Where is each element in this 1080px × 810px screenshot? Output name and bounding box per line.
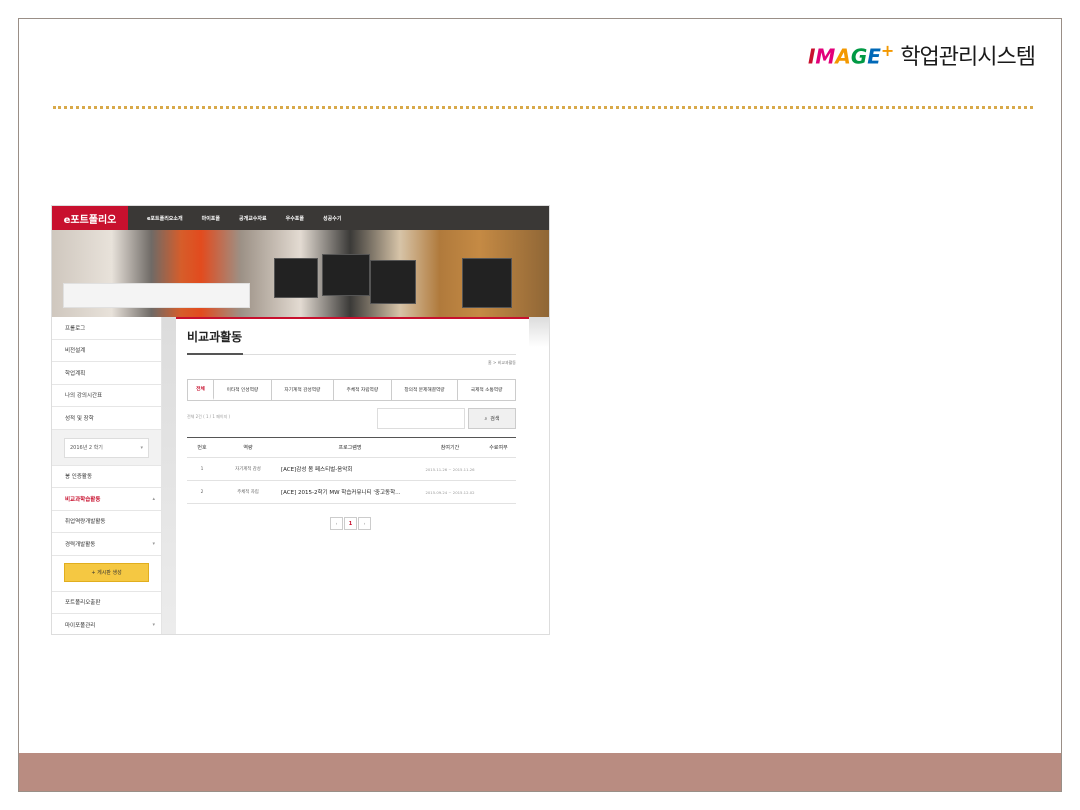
sidebar-item-vision[interactable]: 비전설계 <box>52 340 161 362</box>
search-input[interactable] <box>377 408 465 429</box>
breadcrumb: 홈 > 비교과활동 <box>488 360 516 365</box>
sidebar-item-prologue[interactable]: 프롤로그 <box>52 317 161 340</box>
competency-tabs: 전체 이타적 인성역량 자기계적 감성역량 주체적 자립역량 창의적 문제해결역… <box>187 379 516 401</box>
left-sidebar: 프롤로그 비전설계 학업계획 나의 강의시간표 성적 및 장학 2016년 2 … <box>52 317 162 634</box>
activity-table: 번호 역량 프로그램명 참여기간 수료여부 1 자기계적 감성 [ACE]감성 … <box>187 437 516 504</box>
gnb-item-success-stories[interactable]: 성공수기 <box>323 215 341 222</box>
next-page-button[interactable]: › <box>358 517 371 530</box>
tab-global[interactable]: 국제적 소통역량 <box>458 380 515 400</box>
semester-select[interactable]: 2016년 2 학기 ▾ <box>64 437 149 458</box>
row-program-link[interactable]: [ACE]감성 봄 페스티벌-음악회 <box>279 465 419 473</box>
tab-all[interactable]: 전체 <box>188 380 214 400</box>
header-no: 번호 <box>197 445 207 451</box>
sidebar-item-career[interactable]: 경력개발활동 ▾ <box>52 533 161 556</box>
footer-band <box>19 753 1061 791</box>
dotted-divider <box>53 106 1033 109</box>
create-board-wrap: + 게시판 생성 <box>52 556 161 592</box>
create-board-button[interactable]: + 게시판 생성 <box>64 562 149 582</box>
search-button[interactable]: ⌕ 검색 <box>468 408 516 429</box>
table-header: 번호 역량 프로그램명 참여기간 수료여부 <box>187 438 516 458</box>
chevron-up-icon: ▴ <box>152 495 155 502</box>
chevron-down-icon: ▾ <box>140 444 143 451</box>
title-underline <box>187 353 243 355</box>
result-count: 전체 2건 ( 1 / 1 페이지 ) <box>187 414 231 419</box>
hero-monitor <box>370 260 416 304</box>
sidebar-item-grades[interactable]: 성적 및 장학 <box>52 407 161 430</box>
pagination: ‹ 1 › <box>330 517 371 530</box>
gnb-item-my-portfolio[interactable]: 마이포폴 <box>202 215 220 222</box>
row-no: 1 <box>200 466 204 472</box>
hero-caption-box <box>63 283 250 308</box>
search-icon: ⌕ <box>484 415 488 422</box>
row-program-link[interactable]: [ACE] 2015-2학기 MW 학습커뮤니티 '중고동학… <box>279 488 419 496</box>
brand-title: 학업관리시스템 <box>900 45 1036 70</box>
row-competency: 자기계적 감성 <box>235 467 261 472</box>
sidebar-item-extracurricular[interactable]: 비교과학습활동 ▴ <box>52 488 161 511</box>
page-title: 비교과활동 <box>187 330 243 344</box>
gnb-item-intro[interactable]: e포트폴리오소개 <box>147 215 183 222</box>
page-1-button[interactable]: 1 <box>344 517 357 530</box>
global-nav: e포트폴리오 e포트폴리오소개 마이포폴 공개교수자료 우수포폴 성공수기 <box>52 206 549 230</box>
sidebar-shadow <box>162 317 176 634</box>
table-row[interactable]: 2 주체적 자립 [ACE] 2015-2학기 MW 학습커뮤니티 '중고동학…… <box>187 481 516 504</box>
header-program: 프로그램명 <box>338 445 362 451</box>
tab-independence[interactable]: 주체적 자립역량 <box>334 380 392 400</box>
embedded-screenshot: e포트폴리오 e포트폴리오소개 마이포폴 공개교수자료 우수포폴 성공수기 프롤… <box>51 205 550 635</box>
gnb-item-open-materials[interactable]: 공개교수자료 <box>239 215 267 222</box>
tab-altruistic[interactable]: 이타적 인성역량 <box>214 380 272 400</box>
eportfolio-logo[interactable]: e포트폴리오 <box>52 206 128 230</box>
sidebar-item-publish[interactable]: 포트폴리오출판 <box>52 592 161 614</box>
hero-monitor <box>462 258 512 308</box>
chevron-down-icon: ▾ <box>152 621 155 628</box>
hero-banner-image <box>52 230 549 317</box>
sidebar-item-study-plan[interactable]: 학업계획 <box>52 362 161 385</box>
brand-header: IMAGE+ 학업관리시스템 <box>807 39 1036 71</box>
tab-emotional[interactable]: 자기계적 감성역량 <box>272 380 334 400</box>
row-no: 2 <box>200 489 204 495</box>
hero-monitor <box>322 254 370 296</box>
sidebar-item-timetable[interactable]: 나의 강의시간표 <box>52 385 161 407</box>
hero-monitor <box>274 258 318 298</box>
main-content: 비교과활동 홈 > 비교과활동 전체 이타적 인성역량 자기계적 감성역량 주체… <box>176 317 529 634</box>
semester-select-wrap: 2016년 2 학기 ▾ <box>52 429 161 466</box>
image-plus-logo: IMAGE+ <box>807 41 895 69</box>
prev-page-button[interactable]: ‹ <box>330 517 343 530</box>
header-competency: 역량 <box>243 445 253 451</box>
sidebar-item-employment[interactable]: 취업역량개발활동 <box>52 511 161 533</box>
header-completion: 수료여부 <box>489 445 508 451</box>
gnb-item-best-portfolio[interactable]: 우수포폴 <box>286 215 304 222</box>
row-period: 2015.11.26 ~ 2015.11.26 <box>425 466 475 472</box>
table-row[interactable]: 1 자기계적 감성 [ACE]감성 봄 페스티벌-음악회 2015.11.26 … <box>187 458 516 481</box>
sidebar-item-manage[interactable]: 마이포폴관리 ▾ <box>52 614 161 634</box>
content-shadow <box>527 317 549 347</box>
row-period: 2015.09.24 ~ 2015.12.02 <box>425 489 475 495</box>
sidebar-item-certification[interactable]: 봉 인증활동 <box>52 466 161 488</box>
chevron-down-icon: ▾ <box>152 540 155 547</box>
row-competency: 주체적 자립 <box>237 490 259 495</box>
tab-problem-solving[interactable]: 창의적 문제해결역량 <box>392 380 459 400</box>
header-period: 참여기간 <box>440 445 460 451</box>
